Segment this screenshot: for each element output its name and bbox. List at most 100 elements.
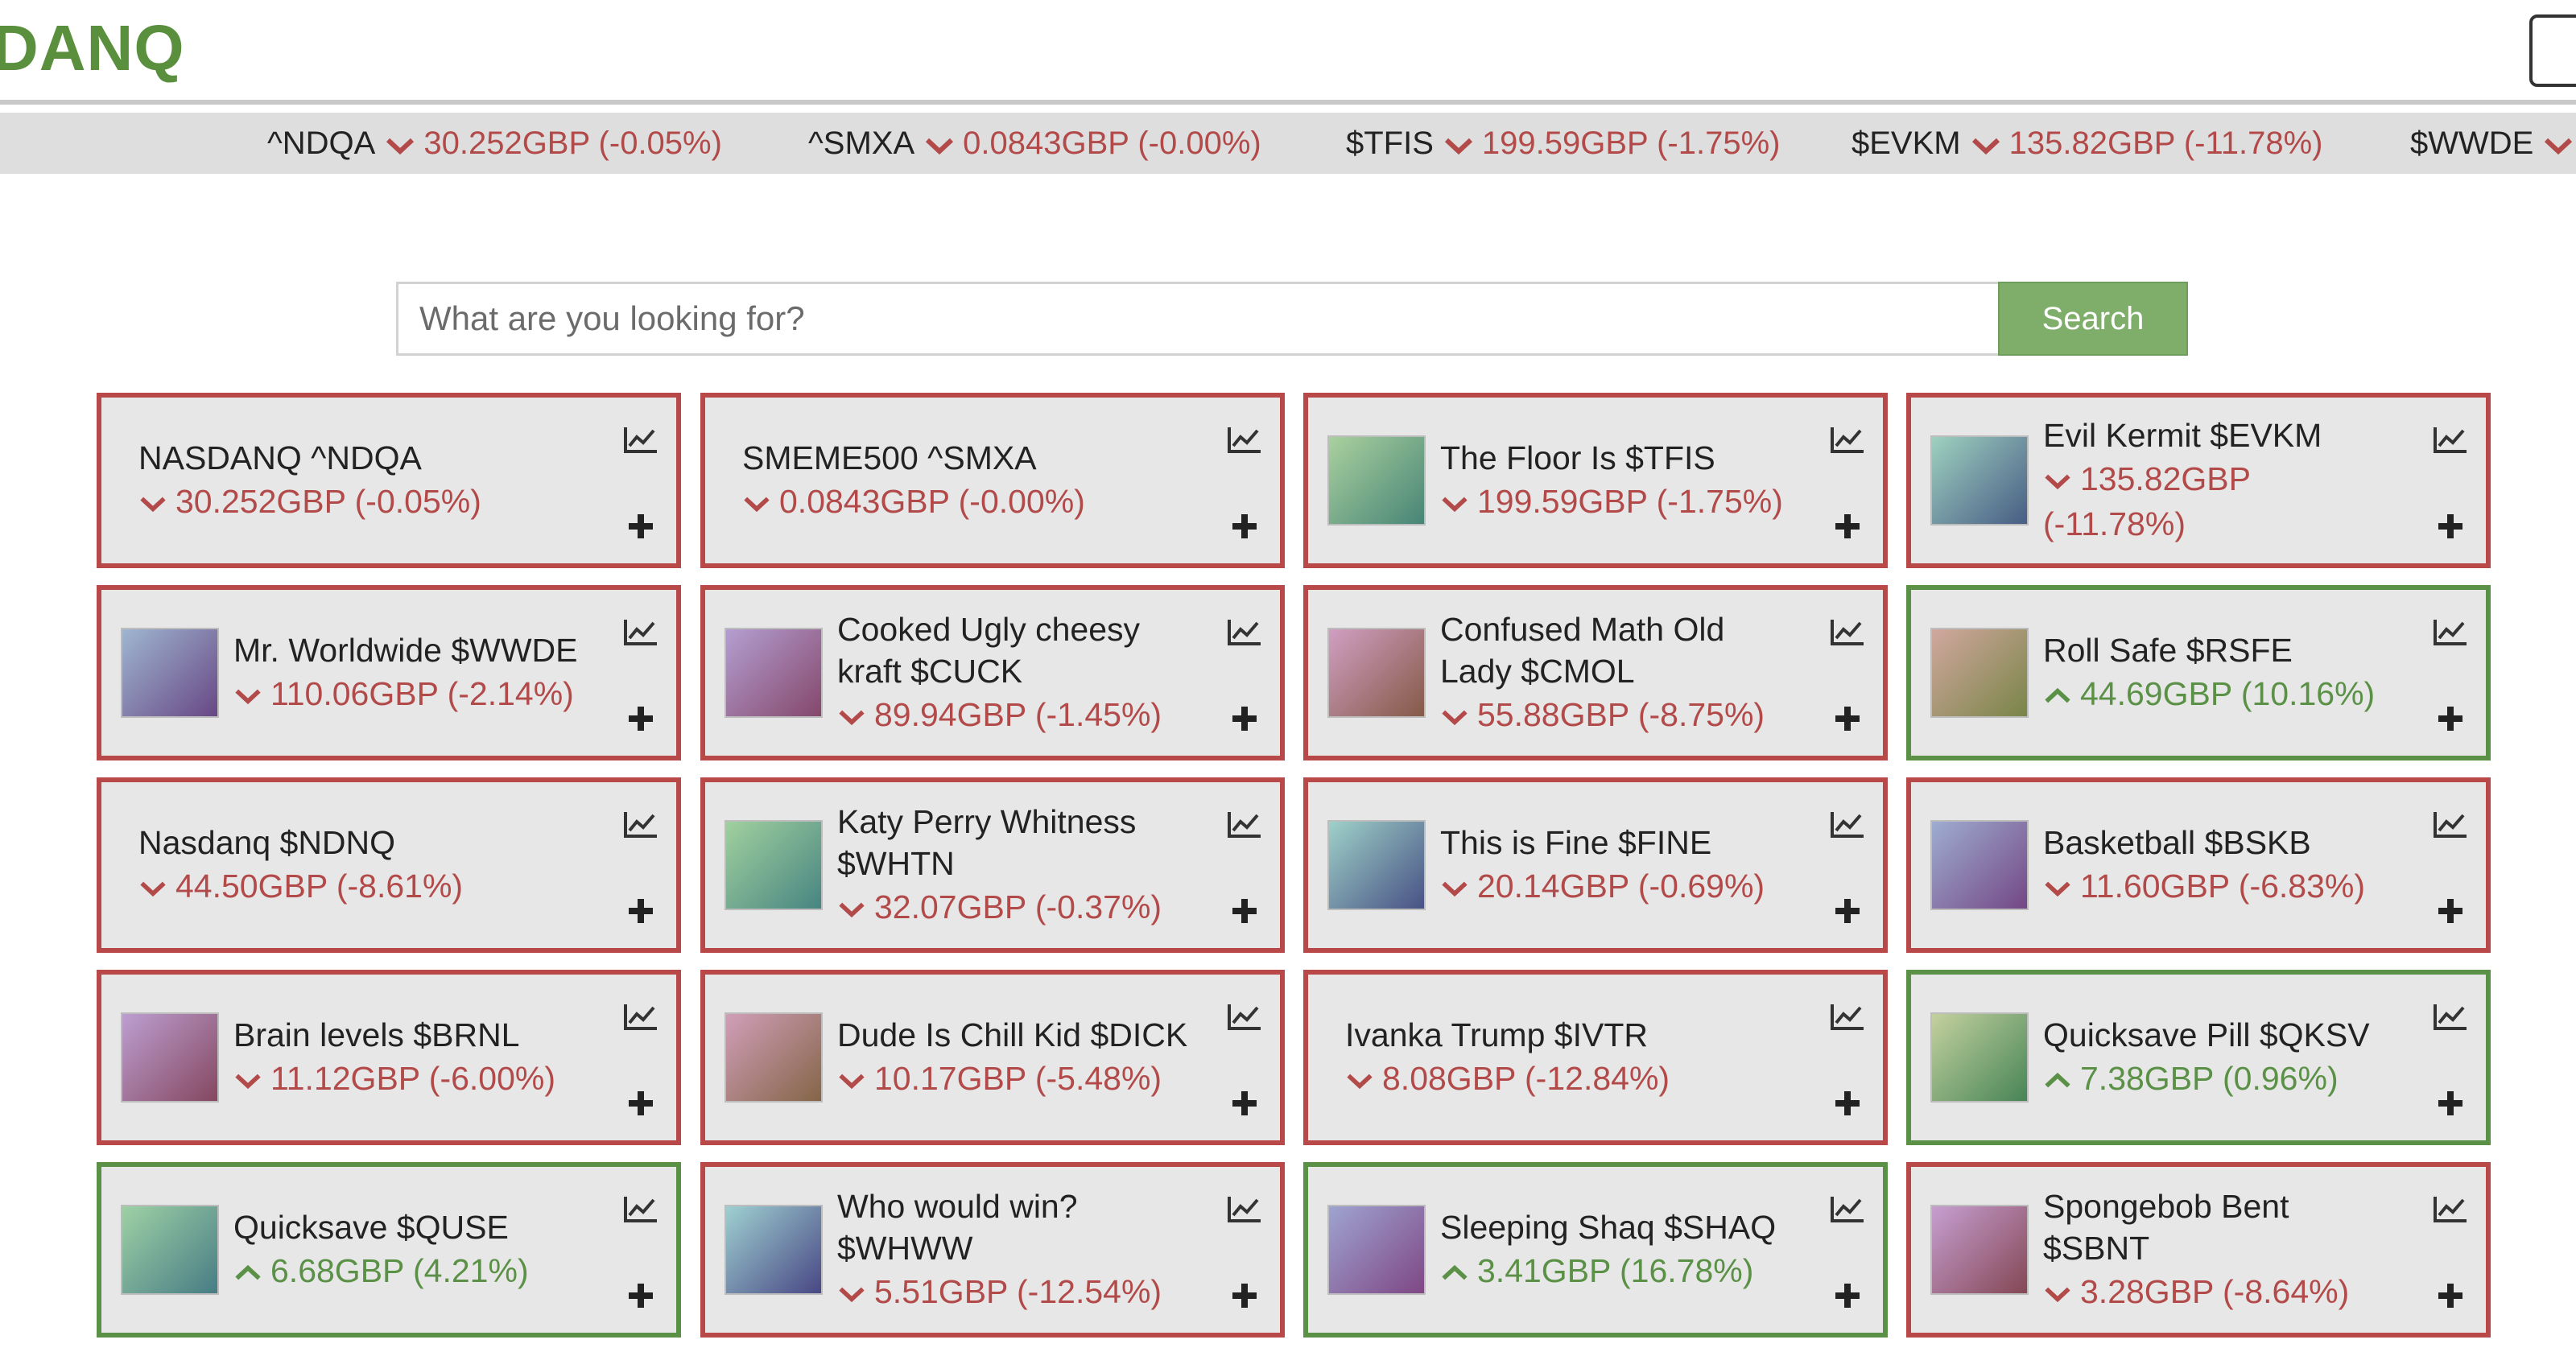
add-icon[interactable] (628, 513, 654, 539)
stock-card[interactable]: Spongebob Bent $SBNT 3.28GBP (-8.64%) (1906, 1162, 2491, 1338)
chart-icon[interactable] (1227, 617, 1262, 646)
add-icon[interactable] (1232, 1283, 1257, 1309)
add-icon[interactable] (628, 1283, 654, 1309)
chart-icon[interactable] (623, 1194, 658, 1223)
add-icon[interactable] (1835, 1283, 1860, 1309)
stock-price: 30.252GBP (-0.05%) (138, 479, 588, 524)
stock-name[interactable]: Dude Is Chill Kid $DICK (837, 1014, 1191, 1056)
stock-card[interactable]: SMEME500 ^SMXA 0.0843GBP (-0.00%) (700, 393, 1285, 568)
chart-icon[interactable] (1830, 810, 1865, 839)
add-icon[interactable] (1232, 1090, 1257, 1116)
chart-icon[interactable] (1830, 1002, 1865, 1031)
stock-name[interactable]: Roll Safe $RSFE (2043, 629, 2397, 671)
stock-card[interactable]: Brain levels $BRNL 11.12GBP (-6.00%) (97, 970, 681, 1145)
stock-name[interactable]: Basketball $BSKB (2043, 822, 2397, 864)
chart-icon[interactable] (623, 810, 658, 839)
price-value: 110.06GBP (-2.14%) (270, 675, 574, 712)
stock-card[interactable]: This is Fine $FINE 20.14GBP (-0.69%) (1303, 777, 1888, 953)
chart-icon[interactable] (623, 1002, 658, 1031)
stock-card[interactable]: Ivanka Trump $IVTR 8.08GBP (-12.84%) (1303, 970, 1888, 1145)
stock-name[interactable]: Nasdanq $NDNQ (138, 822, 588, 864)
stock-name[interactable]: Brain levels $BRNL (233, 1014, 588, 1056)
stock-name[interactable]: Quicksave $QUSE (233, 1206, 588, 1248)
stock-card[interactable]: Dude Is Chill Kid $DICK 10.17GBP (-5.48%) (700, 970, 1285, 1145)
stock-name[interactable]: Sleeping Shaq $SHAQ (1440, 1206, 1794, 1248)
menu-toggle-button[interactable] (2529, 14, 2576, 87)
ticker-symbol: ^SMXA (808, 126, 915, 161)
chevron-down-icon (837, 1273, 874, 1310)
stock-name[interactable]: Cooked Ugly cheesy kraft $CUCK (837, 608, 1191, 692)
add-icon[interactable] (2438, 898, 2463, 924)
stock-name[interactable]: Ivanka Trump $IVTR (1345, 1014, 1794, 1056)
add-icon[interactable] (1232, 513, 1257, 539)
chart-icon[interactable] (2433, 810, 2468, 839)
chevron-down-icon (2043, 868, 2080, 905)
add-icon[interactable] (1835, 706, 1860, 732)
stock-name[interactable]: NASDANQ ^NDQA (138, 437, 588, 479)
add-icon[interactable] (1232, 898, 1257, 924)
chart-icon[interactable] (1227, 1002, 1262, 1031)
stock-card[interactable]: Who would win? $WHWW 5.51GBP (-12.54%) (700, 1162, 1285, 1338)
stock-name[interactable]: This is Fine $FINE (1440, 822, 1794, 864)
chart-icon[interactable] (1830, 425, 1865, 454)
add-icon[interactable] (628, 706, 654, 732)
chevron-down-icon (2043, 460, 2080, 497)
site-logo[interactable]: DANQ (0, 11, 185, 85)
chart-icon[interactable] (623, 617, 658, 646)
stock-name[interactable]: Mr. Worldwide $WWDE (233, 629, 588, 671)
chevron-down-icon (924, 114, 955, 174)
add-icon[interactable] (1835, 1090, 1860, 1116)
stock-card[interactable]: Katy Perry Whitness $WHTN 32.07GBP (-0.37… (700, 777, 1285, 953)
stock-card[interactable]: Roll Safe $RSFE 44.69GBP (10.16%) (1906, 585, 2491, 760)
chart-icon[interactable] (2433, 1002, 2468, 1031)
stock-card[interactable]: Evil Kermit $EVKM 135.82GBP (-11.78%) (1906, 393, 2491, 568)
add-icon[interactable] (1835, 898, 1860, 924)
search-bar: Search (396, 282, 2188, 356)
price-value: 30.252GBP (-0.05%) (175, 483, 481, 520)
search-button[interactable]: Search (1998, 282, 2188, 356)
stock-name[interactable]: Evil Kermit $EVKM (2043, 414, 2397, 456)
stock-name[interactable]: Quicksave Pill $QKSV (2043, 1014, 2397, 1056)
chart-icon[interactable] (1830, 1194, 1865, 1223)
stock-name[interactable]: Who would win? $WHWW (837, 1185, 1191, 1269)
chart-icon[interactable] (2433, 617, 2468, 646)
add-icon[interactable] (1232, 706, 1257, 732)
add-icon[interactable] (628, 1090, 654, 1116)
chart-icon[interactable] (623, 425, 658, 454)
stock-name[interactable]: The Floor Is $TFIS (1440, 437, 1794, 479)
chart-icon[interactable] (1227, 425, 1262, 454)
stock-card[interactable]: Sleeping Shaq $SHAQ 3.41GBP (16.78%) (1303, 1162, 1888, 1338)
stock-card[interactable]: Basketball $BSKB 11.60GBP (-6.83%) (1906, 777, 2491, 953)
meme-thumbnail (1930, 1205, 2029, 1295)
stock-name[interactable]: Katy Perry Whitness $WHTN (837, 801, 1191, 884)
add-icon[interactable] (2438, 706, 2463, 732)
chevron-up-icon (1440, 1252, 1477, 1289)
ticker-item: $EVKM 135.82GBP (-11.78%) (1852, 113, 2322, 174)
stock-name[interactable]: SMEME500 ^SMXA (742, 437, 1191, 479)
add-icon[interactable] (1835, 513, 1860, 539)
chart-icon[interactable] (2433, 1194, 2468, 1223)
add-icon[interactable] (2438, 1090, 2463, 1116)
meme-thumbnail (1930, 435, 2029, 526)
meme-thumbnail (1930, 820, 2029, 910)
add-icon[interactable] (628, 898, 654, 924)
stock-card[interactable]: Confused Math Old Lady $CMOL 55.88GBP (-8… (1303, 585, 1888, 760)
price-value: 5.51GBP (-12.54%) (874, 1273, 1162, 1310)
stock-card[interactable]: Mr. Worldwide $WWDE 110.06GBP (-2.14%) (97, 585, 681, 760)
add-icon[interactable] (2438, 513, 2463, 539)
search-input[interactable] (396, 282, 1998, 356)
add-icon[interactable] (2438, 1283, 2463, 1309)
stock-name[interactable]: Spongebob Bent $SBNT (2043, 1185, 2397, 1269)
stock-card[interactable]: Cooked Ugly cheesy kraft $CUCK 89.94GBP (… (700, 585, 1285, 760)
chart-icon[interactable] (2433, 425, 2468, 454)
stock-card[interactable]: NASDANQ ^NDQA 30.252GBP (-0.05%) (97, 393, 681, 568)
stock-card[interactable]: Quicksave Pill $QKSV 7.38GBP (0.96%) (1906, 970, 2491, 1145)
stock-card[interactable]: The Floor Is $TFIS 199.59GBP (-1.75%) (1303, 393, 1888, 568)
stock-card[interactable]: Nasdanq $NDNQ 44.50GBP (-8.61%) (97, 777, 681, 953)
stock-price: 8.08GBP (-12.84%) (1345, 1056, 1794, 1101)
chart-icon[interactable] (1227, 1194, 1262, 1223)
stock-name[interactable]: Confused Math Old Lady $CMOL (1440, 608, 1794, 692)
chart-icon[interactable] (1830, 617, 1865, 646)
stock-card[interactable]: Quicksave $QUSE 6.68GBP (4.21%) (97, 1162, 681, 1338)
chart-icon[interactable] (1227, 810, 1262, 839)
